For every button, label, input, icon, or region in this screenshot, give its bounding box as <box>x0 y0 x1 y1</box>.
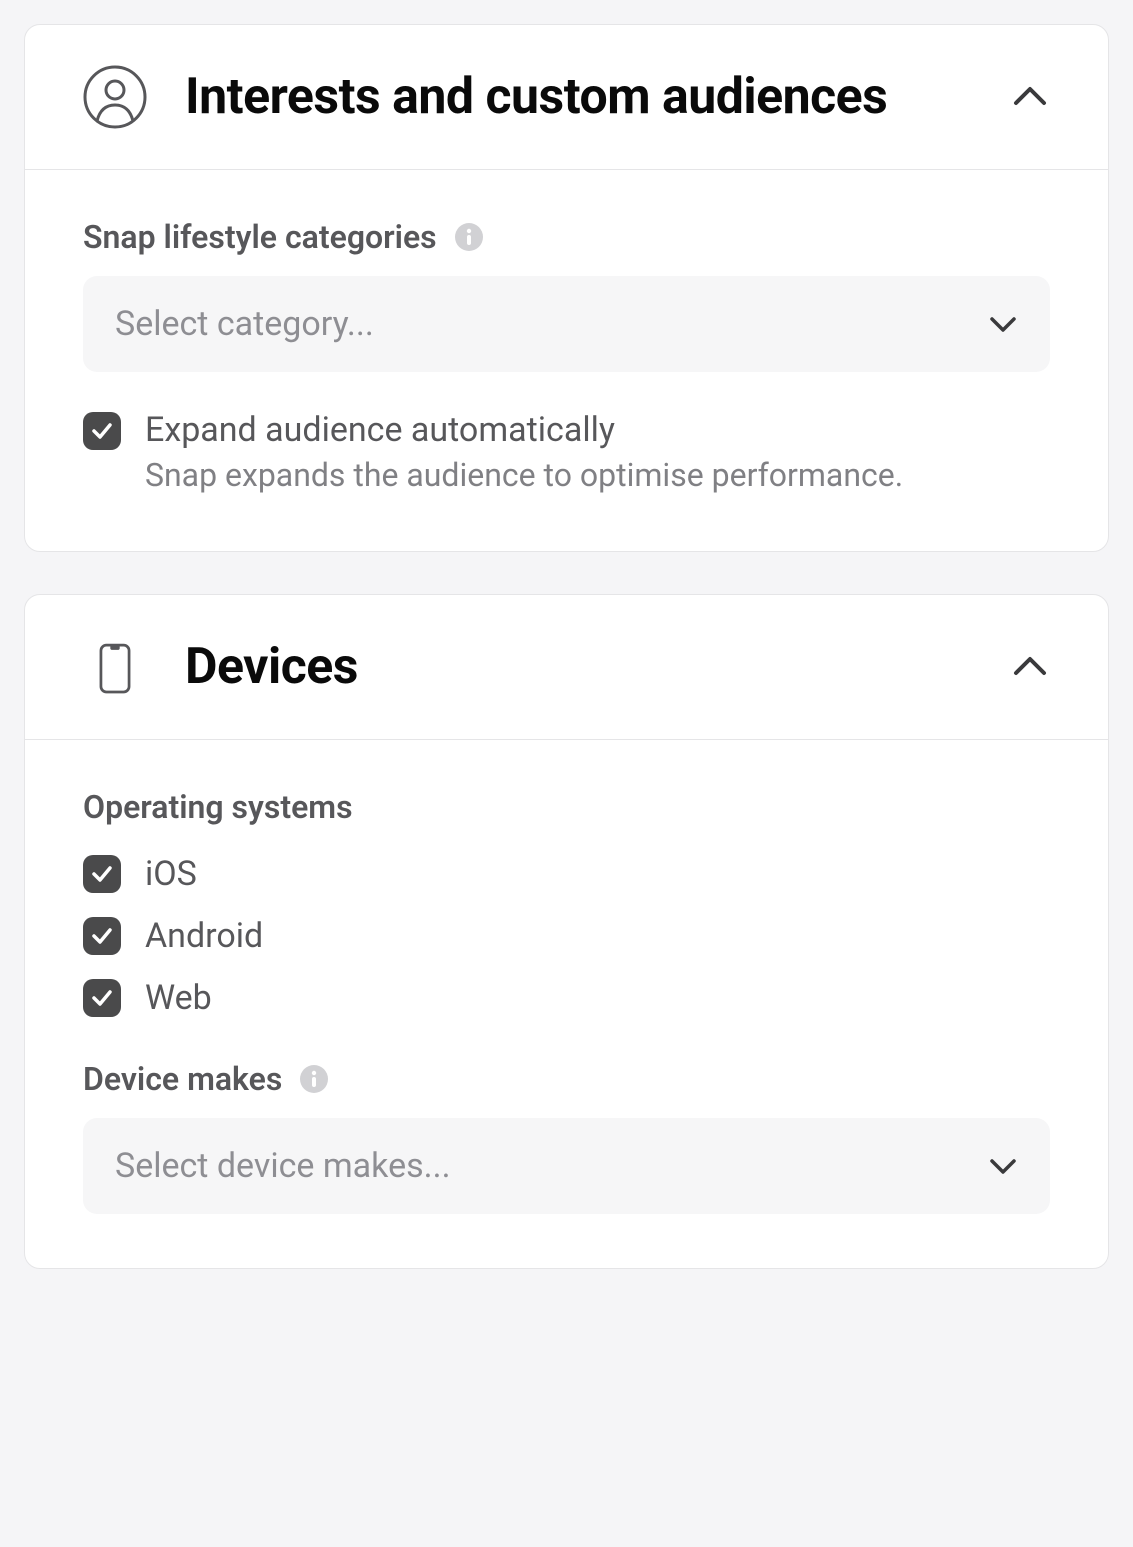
expand-audience-content: Expand audience automatically Snap expan… <box>145 408 1050 497</box>
chevron-down-icon <box>988 309 1018 339</box>
os-list: iOS Android Web <box>83 854 1050 1018</box>
devices-title: Devices <box>185 638 972 697</box>
os-label: Operating systems <box>83 788 353 826</box>
os-ios-row[interactable]: iOS <box>83 854 1050 894</box>
device-makes-label: Device makes <box>83 1060 282 1098</box>
os-android-label: Android <box>145 916 263 956</box>
interests-title: Interests and custom audiences <box>185 68 972 127</box>
audience-icon <box>83 65 147 129</box>
lifestyle-placeholder: Select category... <box>115 304 374 344</box>
device-makes-placeholder: Select device makes... <box>115 1146 451 1186</box>
expand-audience-row[interactable]: Expand audience automatically Snap expan… <box>83 408 1050 497</box>
os-label-row: Operating systems <box>83 788 1050 826</box>
lifestyle-category-select[interactable]: Select category... <box>83 276 1050 372</box>
os-web-checkbox[interactable] <box>83 979 121 1017</box>
device-icon <box>83 635 147 699</box>
device-makes-label-row: Device makes <box>83 1060 1050 1098</box>
devices-card: Devices Operating systems iOS Android <box>24 594 1109 1269</box>
interests-body: Snap lifestyle categories Select categor… <box>25 170 1108 551</box>
devices-header[interactable]: Devices <box>25 595 1108 740</box>
expand-audience-checkbox[interactable] <box>83 412 121 450</box>
os-android-row[interactable]: Android <box>83 916 1050 956</box>
info-icon[interactable] <box>455 223 483 251</box>
chevron-down-icon <box>988 1151 1018 1181</box>
os-ios-checkbox[interactable] <box>83 855 121 893</box>
os-ios-label: iOS <box>145 854 197 894</box>
chevron-up-icon[interactable] <box>1010 77 1050 117</box>
devices-body: Operating systems iOS Android Web <box>25 740 1108 1268</box>
os-android-checkbox[interactable] <box>83 917 121 955</box>
chevron-up-icon[interactable] <box>1010 647 1050 687</box>
device-makes-select[interactable]: Select device makes... <box>83 1118 1050 1214</box>
interests-header[interactable]: Interests and custom audiences <box>25 25 1108 170</box>
lifestyle-label-row: Snap lifestyle categories <box>83 218 1050 256</box>
expand-audience-description: Snap expands the audience to optimise pe… <box>145 454 1050 497</box>
expand-audience-title: Expand audience automatically <box>145 408 1050 452</box>
lifestyle-label: Snap lifestyle categories <box>83 218 437 256</box>
info-icon[interactable] <box>300 1065 328 1093</box>
interests-card: Interests and custom audiences Snap life… <box>24 24 1109 552</box>
os-web-label: Web <box>145 978 212 1018</box>
os-web-row[interactable]: Web <box>83 978 1050 1018</box>
